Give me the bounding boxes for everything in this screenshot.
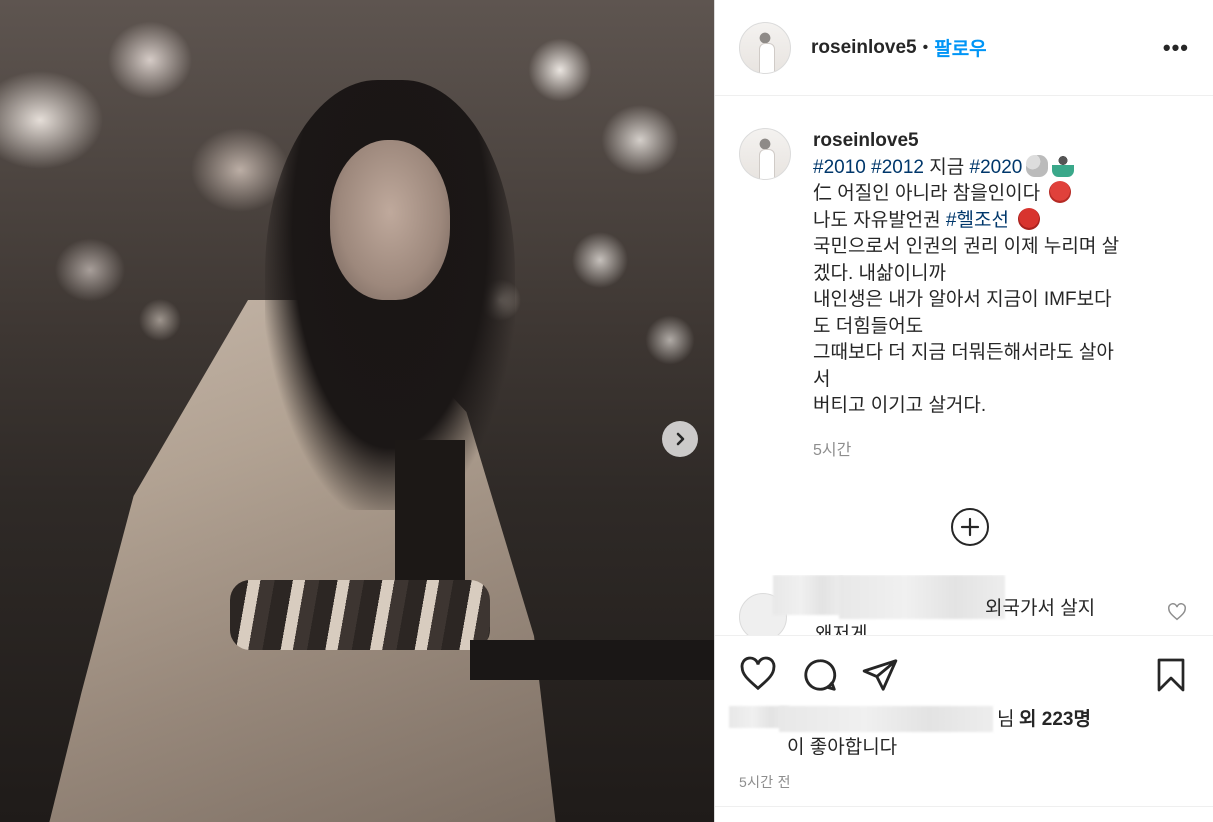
caption-line-6: 내인생은 내가 알아서 지금이 IMF보다 [813,289,1112,310]
post-timestamp[interactable]: 5시간 전 [739,772,791,792]
likes-suffix: 이 좋아합니다 [787,737,898,758]
blurred-username [773,575,843,615]
avatar[interactable] [739,21,791,74]
person-emoji-icon [1052,154,1075,177]
photo-face [330,140,450,300]
angry-face-icon [1018,207,1041,230]
likes-count[interactable]: 외 223명 [1019,704,1091,731]
divider [715,806,1213,807]
hashtag-2010[interactable]: #2010 [813,157,866,178]
header-username[interactable]: roseinlove5 [811,37,917,59]
heart-icon[interactable] [739,656,777,692]
blurred-liker-2 [779,706,993,732]
action-bar [739,656,1189,696]
caption-time[interactable]: 5시간 [813,438,1188,465]
caption-line-1: #2010 #2012 지금 #2020 [813,154,1188,182]
caption-line-2: 仁 어질인 아니라 참을인이다 [813,181,1188,208]
comment-item: 외국가서 살지 왜저게 [739,575,1199,635]
cursing-face-icon [1049,181,1072,203]
actions-section: 님 외 223명 이 좋아합니다 5시간 전 [715,635,1213,822]
separator-dot: • [922,38,929,56]
caption-line-8: 그때보다 더 지금 더뭐든해서라도 살아 [813,342,1114,363]
caption-line-5: 겠다. 내삶이니까 [813,262,946,284]
caption-line-7: 도 더힘들어도 [813,315,924,337]
caption-line-10: 버티고 이기고 살거다. [813,395,987,416]
carousel-next-button[interactable] [662,421,698,457]
comment-heart-icon[interactable] [1167,603,1187,621]
caption-line-4: 국민으로서 인권의 권리 이제 누리며 살 [813,236,1120,257]
bookmark-icon[interactable] [1153,656,1189,694]
photo-inner [395,440,465,580]
post-panel: roseinlove5 • 팔로우 ••• roseinlove5 #2010 … [714,0,1213,822]
add-circle-icon [960,517,980,537]
caption-text-3: 나도 자유발언권 [813,209,941,231]
post-header: roseinlove5 • 팔로우 ••• [715,0,1213,96]
caption-text-2: 仁 어질인 아니라 참을인이다 [813,183,1041,204]
photo-belt [230,580,490,650]
likes-honorific: 님 [997,709,1015,730]
caption-body: roseinlove5 #2010 #2012 지금 #2020 仁 어질인 아… [813,128,1188,464]
hashtag-2020[interactable]: #2020 [970,157,1023,178]
blurred-username-2 [839,575,1005,619]
post-image [0,0,714,822]
follow-button[interactable]: 팔로우 [934,34,986,61]
caption: roseinlove5 #2010 #2012 지금 #2020 仁 어질인 아… [739,128,1189,464]
caption-line-3: 나도 자유발언권 #헬조선 [813,207,1188,235]
comment-icon[interactable] [801,656,839,694]
more-icon[interactable]: ••• [1163,35,1189,61]
chevron-right-icon [676,432,685,446]
caption-now: 지금 [929,156,965,178]
photo-rail [470,640,714,680]
load-more-comments-button[interactable] [951,508,989,546]
caption-line-9: 서 [813,368,831,390]
share-icon[interactable] [861,656,899,694]
hashtag-2012[interactable]: #2012 [871,157,924,178]
caption-avatar[interactable] [739,128,791,180]
comment-text: 외국가서 살지 [985,598,1096,619]
mouse-emoji-icon [1026,154,1049,177]
caption-username[interactable]: roseinlove5 [813,128,1188,155]
comment-text-2: 왜저게 [815,624,868,635]
hashtag-hell[interactable]: #헬조선 [946,210,1009,231]
